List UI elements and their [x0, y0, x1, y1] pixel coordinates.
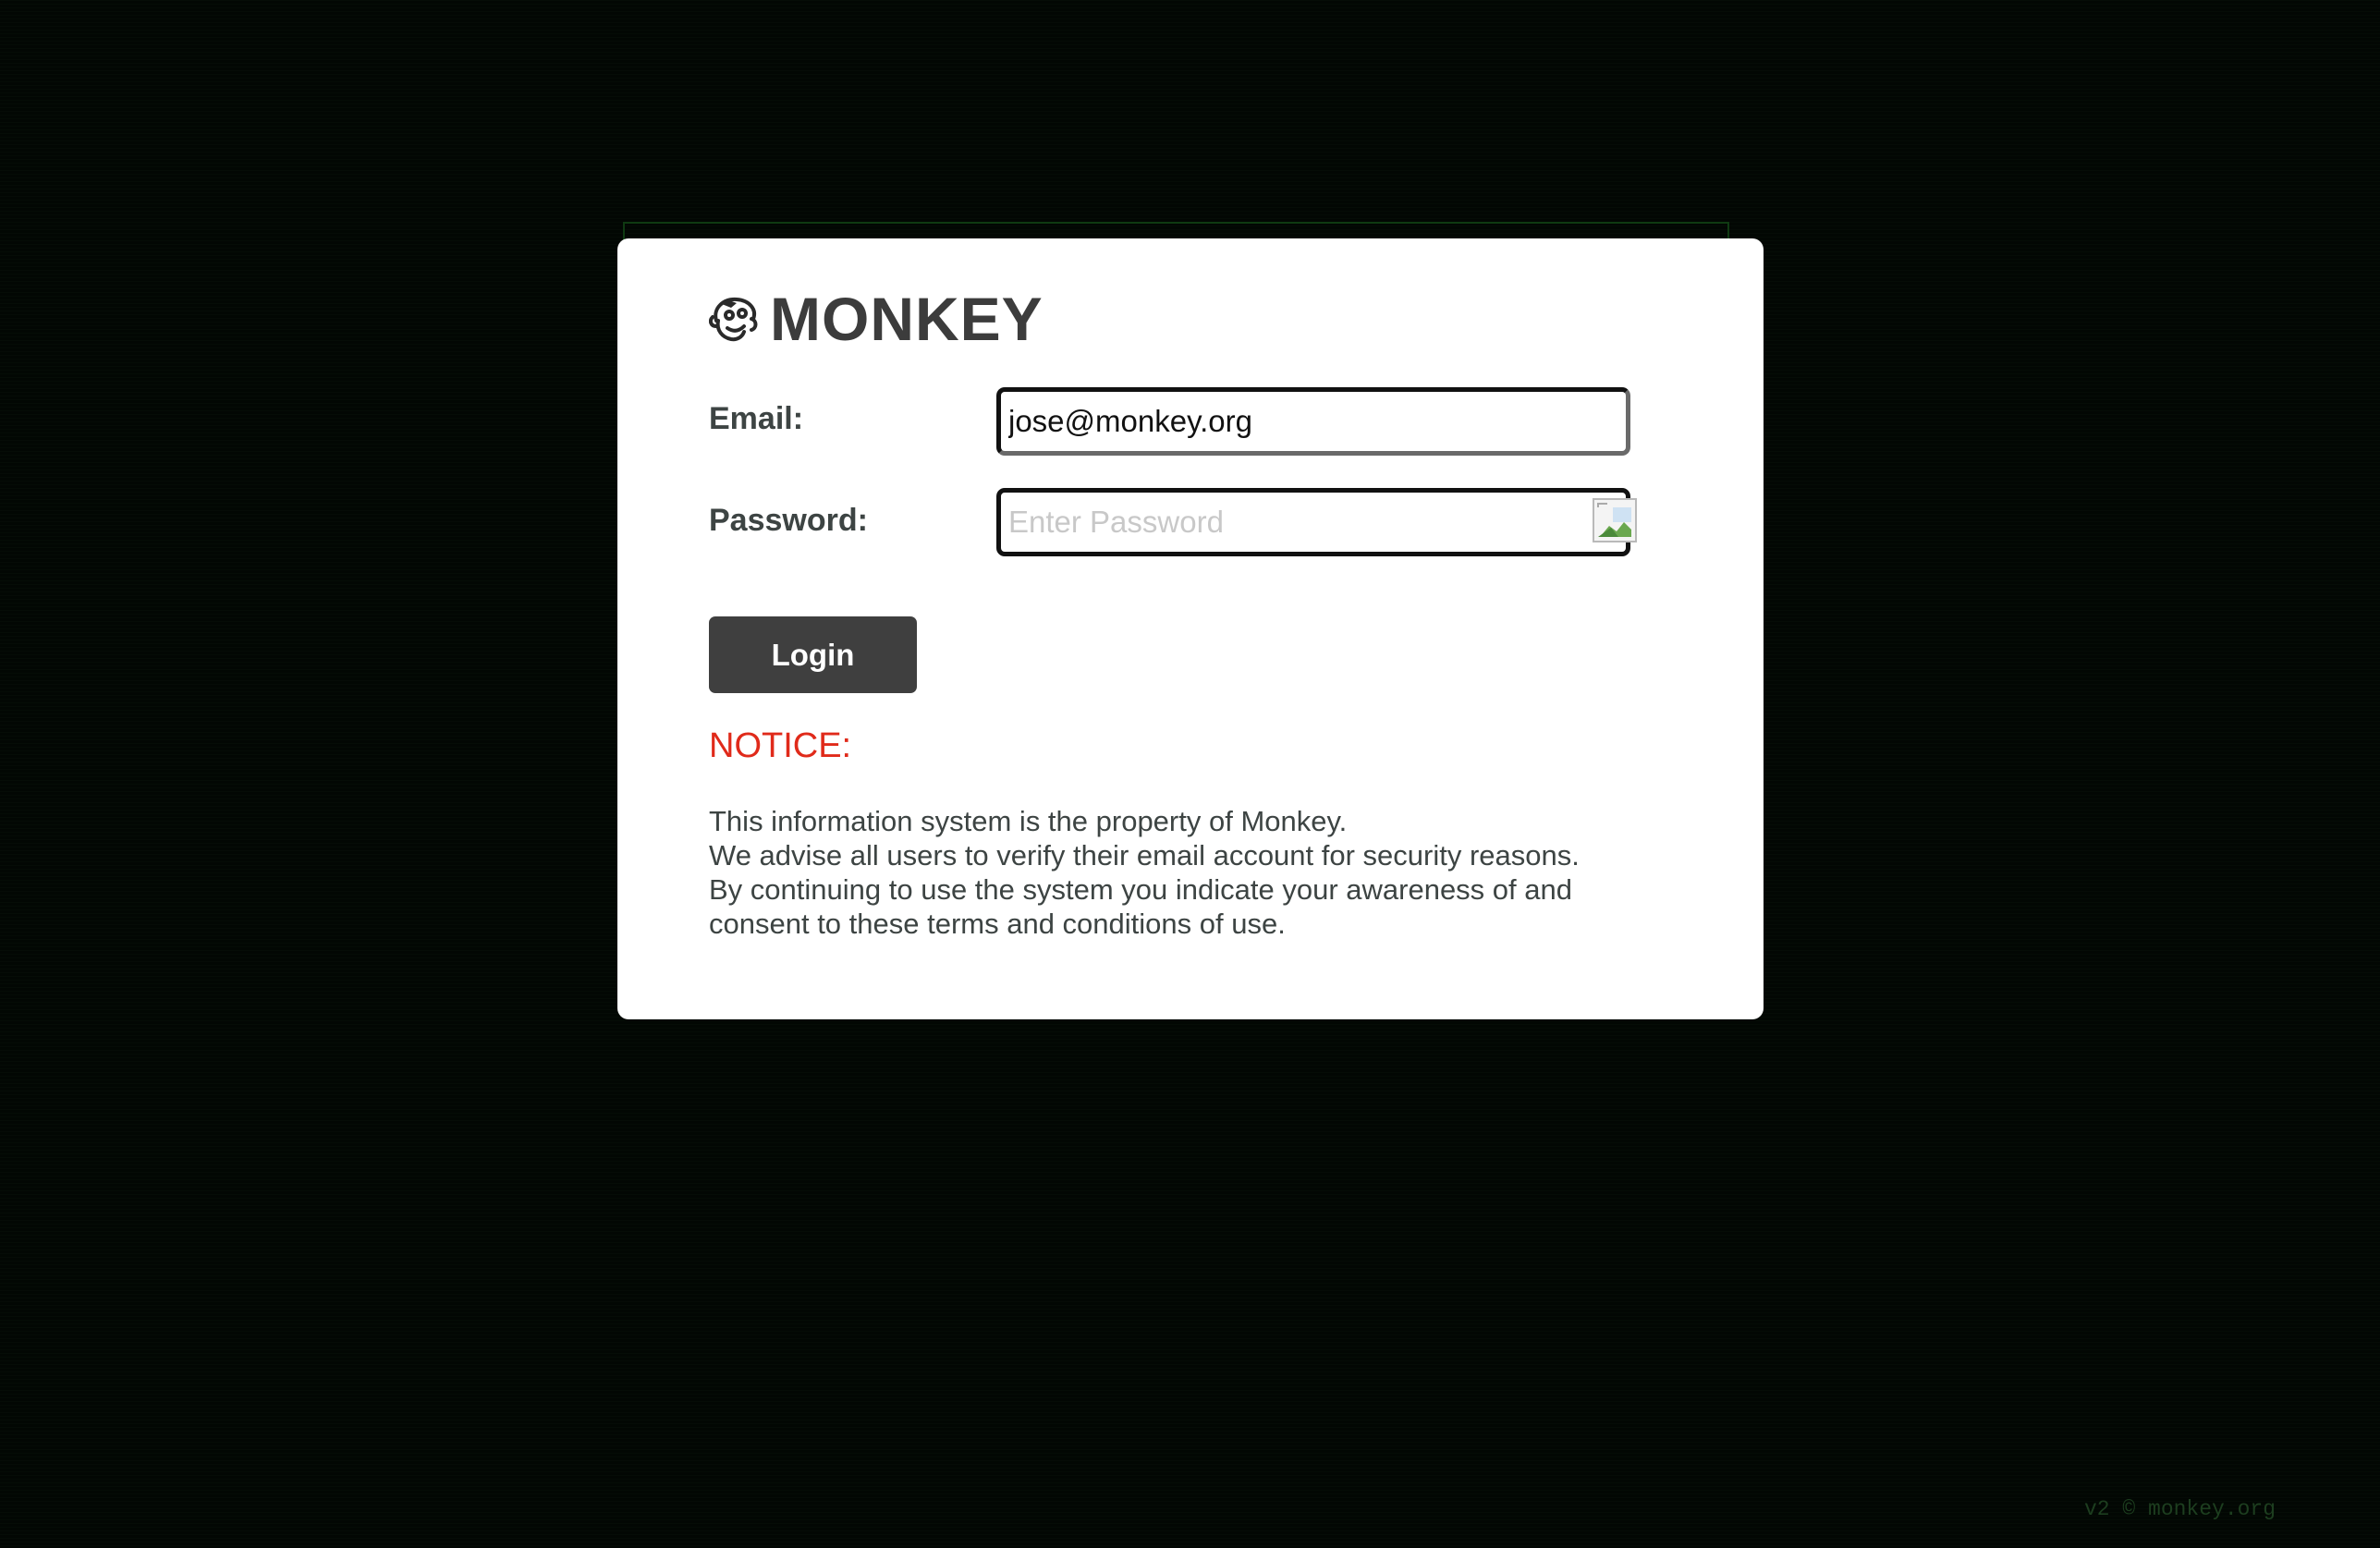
broken-image-icon[interactable] — [1593, 498, 1637, 542]
notice-body: This information system is the property … — [709, 804, 1580, 941]
login-button[interactable]: Login — [709, 616, 917, 693]
notice-title: NOTICE: — [709, 726, 852, 765]
notice-line: consent to these terms and conditions of… — [709, 908, 1286, 940]
password-field[interactable] — [996, 488, 1637, 556]
footer-version: v2 © monkey.org — [2084, 1497, 2276, 1521]
brand-header: MONKEY — [709, 286, 1044, 351]
notice-line: This information system is the property … — [709, 805, 1348, 837]
brand-name: MONKEY — [770, 285, 1044, 353]
email-input[interactable] — [1001, 392, 1626, 451]
notice-line: We advise all users to verify their emai… — [709, 839, 1580, 872]
login-card: MONKEY Email: Password: Login NOTICE: Th… — [617, 238, 1764, 1019]
monkey-face-icon — [709, 297, 758, 342]
email-label: Email: — [709, 401, 804, 436]
notice-line: By continuing to use the system you indi… — [709, 873, 1572, 906]
password-input[interactable] — [1001, 493, 1626, 552]
email-field[interactable] — [996, 387, 1630, 456]
password-label: Password: — [709, 503, 868, 538]
